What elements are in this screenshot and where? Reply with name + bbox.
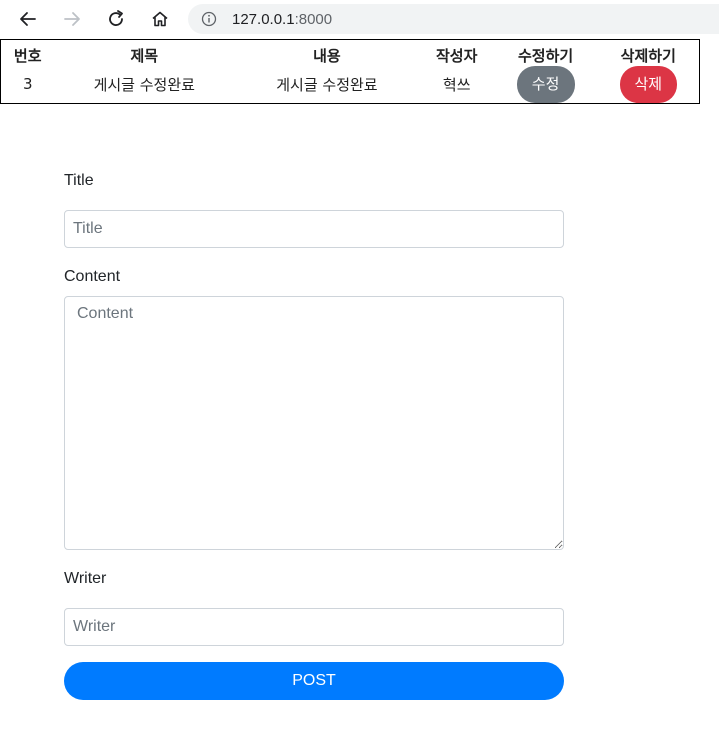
title-input[interactable] (64, 210, 564, 248)
home-icon (152, 11, 168, 27)
row-writer: 혁쓰 (442, 75, 471, 94)
post-table: 번호 제목 내용 작성자 수정하기 삭제하기 3 게시글 수정완료 게시글 수정… (0, 39, 700, 104)
row-number: 3 (22, 75, 33, 93)
delete-button[interactable]: 삭제 (619, 65, 677, 103)
info-icon[interactable] (201, 11, 217, 27)
home-button[interactable] (145, 4, 175, 34)
url-host: 127.0.0.1 (232, 10, 295, 28)
back-arrow-icon (20, 12, 36, 26)
url-port: :8000 (294, 10, 333, 28)
reload-icon (109, 10, 123, 26)
post-button[interactable]: POST (64, 662, 564, 700)
header-content: 내용 (313, 46, 341, 65)
content-label: Content (64, 268, 121, 285)
address-bar[interactable]: 127.0.0.1:8000 (188, 4, 719, 34)
writer-label: Writer (64, 570, 107, 587)
reload-button[interactable] (101, 4, 131, 34)
forward-button[interactable] (57, 4, 87, 34)
row-title: 게시글 수정완료 (93, 75, 195, 94)
row-delete-cell: 삭제 (598, 65, 700, 104)
writer-input[interactable] (64, 608, 564, 646)
header-number: 번호 (13, 46, 42, 65)
edit-button[interactable]: 수정 (516, 65, 575, 103)
table-header-row: 번호 제목 내용 작성자 수정하기 삭제하기 (1, 40, 700, 66)
url-text[interactable]: 127.0.0.1:8000 (232, 11, 332, 28)
row-content: 게시글 수정완료 (276, 75, 378, 94)
table-row: 3 게시글 수정완료 게시글 수정완료 혁쓰 수정 삭제 (1, 65, 700, 104)
row-edit-cell: 수정 (494, 65, 598, 104)
forward-arrow-icon (64, 12, 80, 26)
content-textarea[interactable] (64, 296, 564, 550)
header-writer: 작성자 (436, 46, 478, 65)
browser-toolbar: 127.0.0.1:8000 (0, 0, 719, 38)
back-button[interactable] (13, 4, 43, 34)
header-delete: 삭제하기 (620, 46, 676, 65)
title-label: Title (64, 172, 94, 189)
header-edit: 수정하기 (517, 46, 574, 65)
header-title: 제목 (130, 46, 159, 65)
